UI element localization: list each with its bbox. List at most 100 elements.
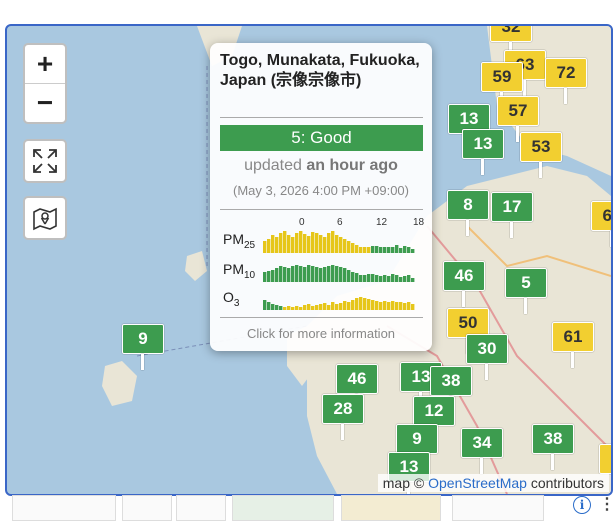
sparkline-bar bbox=[371, 300, 375, 310]
station-popup[interactable]: Togo, Munakata, Fukuoka, Japan (宗像宗像市) 5… bbox=[210, 43, 432, 351]
aqi-marker[interactable]: 5 bbox=[505, 268, 547, 314]
aqi-marker[interactable]: 32 bbox=[490, 26, 532, 58]
sparkline-bar bbox=[279, 266, 283, 282]
aqi-marker-value: 65 bbox=[591, 201, 611, 231]
more-info-link[interactable]: Click for more information bbox=[210, 326, 432, 341]
aqi-marker[interactable]: 17 bbox=[491, 192, 533, 238]
aqi-marker[interactable]: 9 bbox=[122, 324, 164, 370]
map-attribution: map © OpenStreetMap contributors bbox=[377, 474, 609, 492]
sparkline-bar bbox=[359, 297, 363, 310]
pm25-label: PM25 bbox=[223, 231, 255, 251]
pollutant-sub: 3 bbox=[233, 297, 240, 309]
sparkline-bar bbox=[391, 247, 395, 253]
sparkline-bar bbox=[323, 237, 327, 253]
thumbnail[interactable] bbox=[232, 495, 334, 521]
aqi-marker[interactable]: 61 bbox=[552, 322, 594, 368]
aqi-marker[interactable]: 8 bbox=[447, 190, 489, 236]
aqi-marker[interactable]: 28 bbox=[322, 394, 364, 440]
aqi-status-bar: 5: Good bbox=[220, 125, 423, 151]
sparkline-bar bbox=[403, 303, 407, 310]
aqi-marker-value: 72 bbox=[545, 58, 587, 88]
sparkline-bar bbox=[375, 275, 379, 282]
updated-text: updated an hour ago bbox=[210, 157, 432, 175]
thumbnail[interactable] bbox=[341, 495, 441, 521]
sparkline-bar bbox=[375, 246, 379, 253]
fullscreen-button[interactable] bbox=[23, 139, 67, 183]
aqi-marker-value: 61 bbox=[552, 322, 594, 352]
aqi-marker-value: 12 bbox=[413, 396, 455, 426]
zoom-out-button[interactable]: − bbox=[25, 83, 65, 122]
aqi-marker[interactable]: 34 bbox=[461, 428, 503, 474]
pm10-sparkline bbox=[263, 265, 415, 282]
thumbnail[interactable] bbox=[122, 495, 172, 521]
sparkline-bar bbox=[263, 241, 267, 253]
sparkline-bar bbox=[283, 231, 287, 253]
sparkline-bar bbox=[407, 302, 411, 310]
sparkline-bar bbox=[319, 235, 323, 253]
aqi-marker-stem bbox=[485, 364, 488, 380]
sparkline-bar bbox=[411, 304, 415, 310]
aqi-marker[interactable]: 9 bbox=[396, 424, 438, 470]
aqi-marker[interactable]: 38 bbox=[532, 424, 574, 470]
aqi-marker-stem bbox=[564, 88, 567, 104]
sparkline-bar bbox=[371, 246, 375, 253]
aqi-marker[interactable]: 65 bbox=[591, 201, 611, 247]
sparkline-bar bbox=[291, 237, 295, 253]
aqi-marker[interactable]: 72 bbox=[545, 58, 587, 104]
sparkline-bar bbox=[339, 237, 343, 253]
sparkline-bar bbox=[335, 266, 339, 282]
aqi-marker[interactable]: 38 bbox=[430, 366, 472, 412]
divider bbox=[220, 317, 423, 318]
aqi-marker[interactable]: 74 bbox=[599, 444, 611, 474]
aqi-marker[interactable]: 59 bbox=[481, 62, 523, 108]
sparkline-bar bbox=[263, 272, 267, 282]
sparkline-bar bbox=[399, 277, 403, 282]
sparkline-bar bbox=[379, 302, 383, 310]
sparkline-bar bbox=[343, 239, 347, 253]
more-options-icon[interactable]: ⋮ bbox=[599, 494, 613, 514]
map-layers-button[interactable] bbox=[23, 196, 67, 240]
sparkline-bar bbox=[279, 233, 283, 253]
sparkline-bar bbox=[395, 275, 399, 282]
attribution-suffix: contributors bbox=[530, 475, 604, 491]
aqi-marker[interactable]: 53 bbox=[520, 132, 562, 178]
sparkline-bar bbox=[331, 231, 335, 253]
sparkline-bar bbox=[391, 274, 395, 282]
thumbnail[interactable] bbox=[452, 495, 544, 521]
info-icon[interactable]: i bbox=[573, 496, 591, 514]
openstreetmap-link[interactable]: OpenStreetMap bbox=[428, 475, 527, 491]
aqi-marker-value: 46 bbox=[443, 261, 485, 291]
sparkline-bar bbox=[391, 301, 395, 310]
aqi-marker-value: 17 bbox=[491, 192, 533, 222]
zoom-in-button[interactable]: + bbox=[25, 45, 65, 83]
pollutant-name: O bbox=[223, 289, 234, 305]
sparkline-bar bbox=[371, 274, 375, 282]
aqi-marker-value: 32 bbox=[490, 26, 532, 42]
sparkline-bar bbox=[287, 235, 291, 253]
sparkline-bar bbox=[395, 302, 399, 310]
aqi-marker[interactable]: 46 bbox=[336, 364, 378, 410]
divider bbox=[220, 117, 423, 118]
aqi-marker[interactable]: 57 bbox=[497, 96, 539, 142]
hour-tick-label: 12 bbox=[376, 217, 388, 228]
thumbnail[interactable] bbox=[12, 495, 116, 521]
sparkline-bar bbox=[351, 243, 355, 253]
aqi-marker[interactable]: 46 bbox=[443, 261, 485, 307]
pm25-sparkline bbox=[263, 231, 415, 253]
aqi-marker[interactable]: 12 bbox=[413, 396, 455, 442]
sparkline-bar bbox=[319, 268, 323, 282]
sparkline-bar bbox=[327, 233, 331, 253]
sparkline-bar bbox=[287, 306, 291, 310]
sparkline-bar bbox=[339, 267, 343, 282]
sparkline-bar bbox=[383, 275, 387, 282]
pollutant-sub: 10 bbox=[244, 269, 256, 281]
aqi-marker-stem bbox=[466, 220, 469, 236]
sparkline-bar bbox=[303, 267, 307, 282]
sparkline-bar bbox=[275, 237, 279, 253]
aqi-marker-stem bbox=[341, 424, 344, 440]
thumbnail[interactable] bbox=[176, 495, 226, 521]
aqi-marker[interactable]: 30 bbox=[466, 334, 508, 380]
aqi-marker[interactable]: 13 bbox=[462, 129, 504, 175]
sparkline-bar bbox=[295, 265, 299, 282]
aqi-marker-value: 9 bbox=[396, 424, 438, 454]
